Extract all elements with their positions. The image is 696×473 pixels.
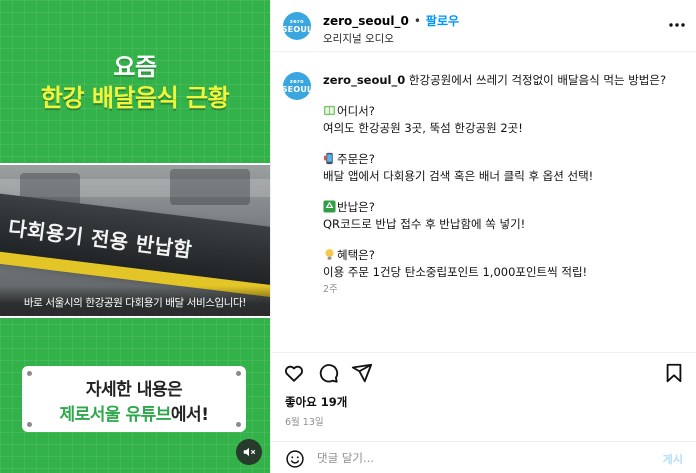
- comments-section: zero SEOUL zero_seoul_0 한강공원에서 쓰레기 걱정없이 …: [271, 52, 696, 352]
- likes-count[interactable]: 좋아요 19개: [285, 394, 347, 410]
- headline-line-2: 한강 배달음식 근황: [40, 84, 230, 112]
- callout-accent: 제로서울 유튜브: [59, 405, 172, 425]
- caption-timestamp: 2주: [323, 284, 338, 295]
- header-name-row: zero_seoul_0 • 팔로우: [323, 12, 459, 29]
- post-date: 6월 13일: [285, 417, 324, 428]
- comment-icon[interactable]: [317, 362, 339, 384]
- heart-icon[interactable]: [283, 362, 305, 384]
- separator-dot: •: [413, 13, 421, 28]
- book-emoji: [323, 105, 336, 116]
- caption-block-title: 어디서?: [337, 104, 375, 118]
- emoji-icon[interactable]: [285, 449, 305, 469]
- recycle-emoji: [323, 200, 336, 213]
- caption-block-body: 배달 앱에서 다회용기 검색 혹은 배너 클릭 후 옵션 선택!: [323, 169, 594, 183]
- headline-line-1: 요즘: [113, 53, 157, 81]
- caption-block-title: 혜택은?: [337, 248, 375, 262]
- more-options-button[interactable]: [667, 15, 687, 35]
- caption-block-title: 반납은?: [337, 200, 375, 214]
- comment-composer: 게시: [271, 441, 696, 473]
- speaker-muted-icon: [243, 447, 256, 457]
- post-details-panel: zero SEOUL zero_seoul_0 • 팔로우 오리지널 오디오 z…: [270, 0, 696, 473]
- callout-line-2: 제로서울 유튜브에서!: [22, 400, 246, 425]
- callout-suffix: 에서!: [170, 405, 209, 425]
- post-comment-button[interactable]: 게시: [663, 451, 683, 467]
- comment-input[interactable]: [317, 448, 617, 468]
- lightbulb-emoji: [325, 249, 334, 260]
- callout-pin: [236, 371, 241, 376]
- caption-block-body: 이용 주문 1건당 탄소중립포인트 1,000포인트씩 적립!: [323, 265, 588, 279]
- media-headline: 요즘 한강 배달음식 근황: [0, 52, 270, 114]
- callout-pin: [236, 422, 241, 427]
- callout-pin: [27, 371, 32, 376]
- post-caption: zero_seoul_0 한강공원에서 쓰레기 걱정없이 배달음식 먹는 방법은…: [323, 72, 667, 281]
- avatar-text-main: SEOUL: [283, 84, 311, 94]
- username-link[interactable]: zero_seoul_0: [323, 14, 409, 28]
- audio-label[interactable]: 오리지널 오디오: [323, 31, 394, 46]
- avatar-text-main: SEOUL: [283, 24, 311, 34]
- media-callout: 자세한 내용은 제로서울 유튜브에서!: [22, 366, 246, 432]
- mute-button[interactable]: [236, 439, 262, 465]
- caption-block-body: 여의도 한강공원 3곳, 뚝섬 한강공원 2곳!: [323, 121, 523, 135]
- action-bar: [271, 352, 696, 392]
- callout-pin: [27, 422, 32, 427]
- bookmark-icon[interactable]: [663, 362, 685, 384]
- follow-button[interactable]: 팔로우: [426, 12, 459, 29]
- avatar[interactable]: zero SEOUL: [283, 72, 311, 100]
- more-options-icon: [669, 23, 685, 27]
- caption-username[interactable]: zero_seoul_0: [323, 73, 405, 87]
- post-header: zero SEOUL zero_seoul_0 • 팔로우 오리지널 오디오: [271, 0, 696, 52]
- share-icon[interactable]: [351, 362, 373, 384]
- post-media[interactable]: 요즘 한강 배달음식 근황 다회용기 전용 반납함 바로 서울시의 한강공원 다…: [0, 0, 270, 473]
- photo-background-box: [170, 169, 250, 205]
- photo-caption: 바로 서울시의 한강공원 다회용기 배달 서비스입니다!: [0, 286, 270, 316]
- caption-block-title: 주문은?: [337, 152, 375, 166]
- avatar[interactable]: zero SEOUL: [283, 12, 311, 40]
- media-photo: 다회용기 전용 반납함 바로 서울시의 한강공원 다회용기 배달 서비스입니다!: [0, 163, 270, 318]
- caption-intro: 한강공원에서 쓰레기 걱정없이 배달음식 먹는 방법은?: [408, 73, 667, 87]
- callout-line-1: 자세한 내용은: [85, 380, 183, 400]
- phone-emoji: [323, 152, 333, 165]
- caption-block-body: QR코드로 반납 접수 후 반납함에 쏙 넣기!: [323, 217, 526, 231]
